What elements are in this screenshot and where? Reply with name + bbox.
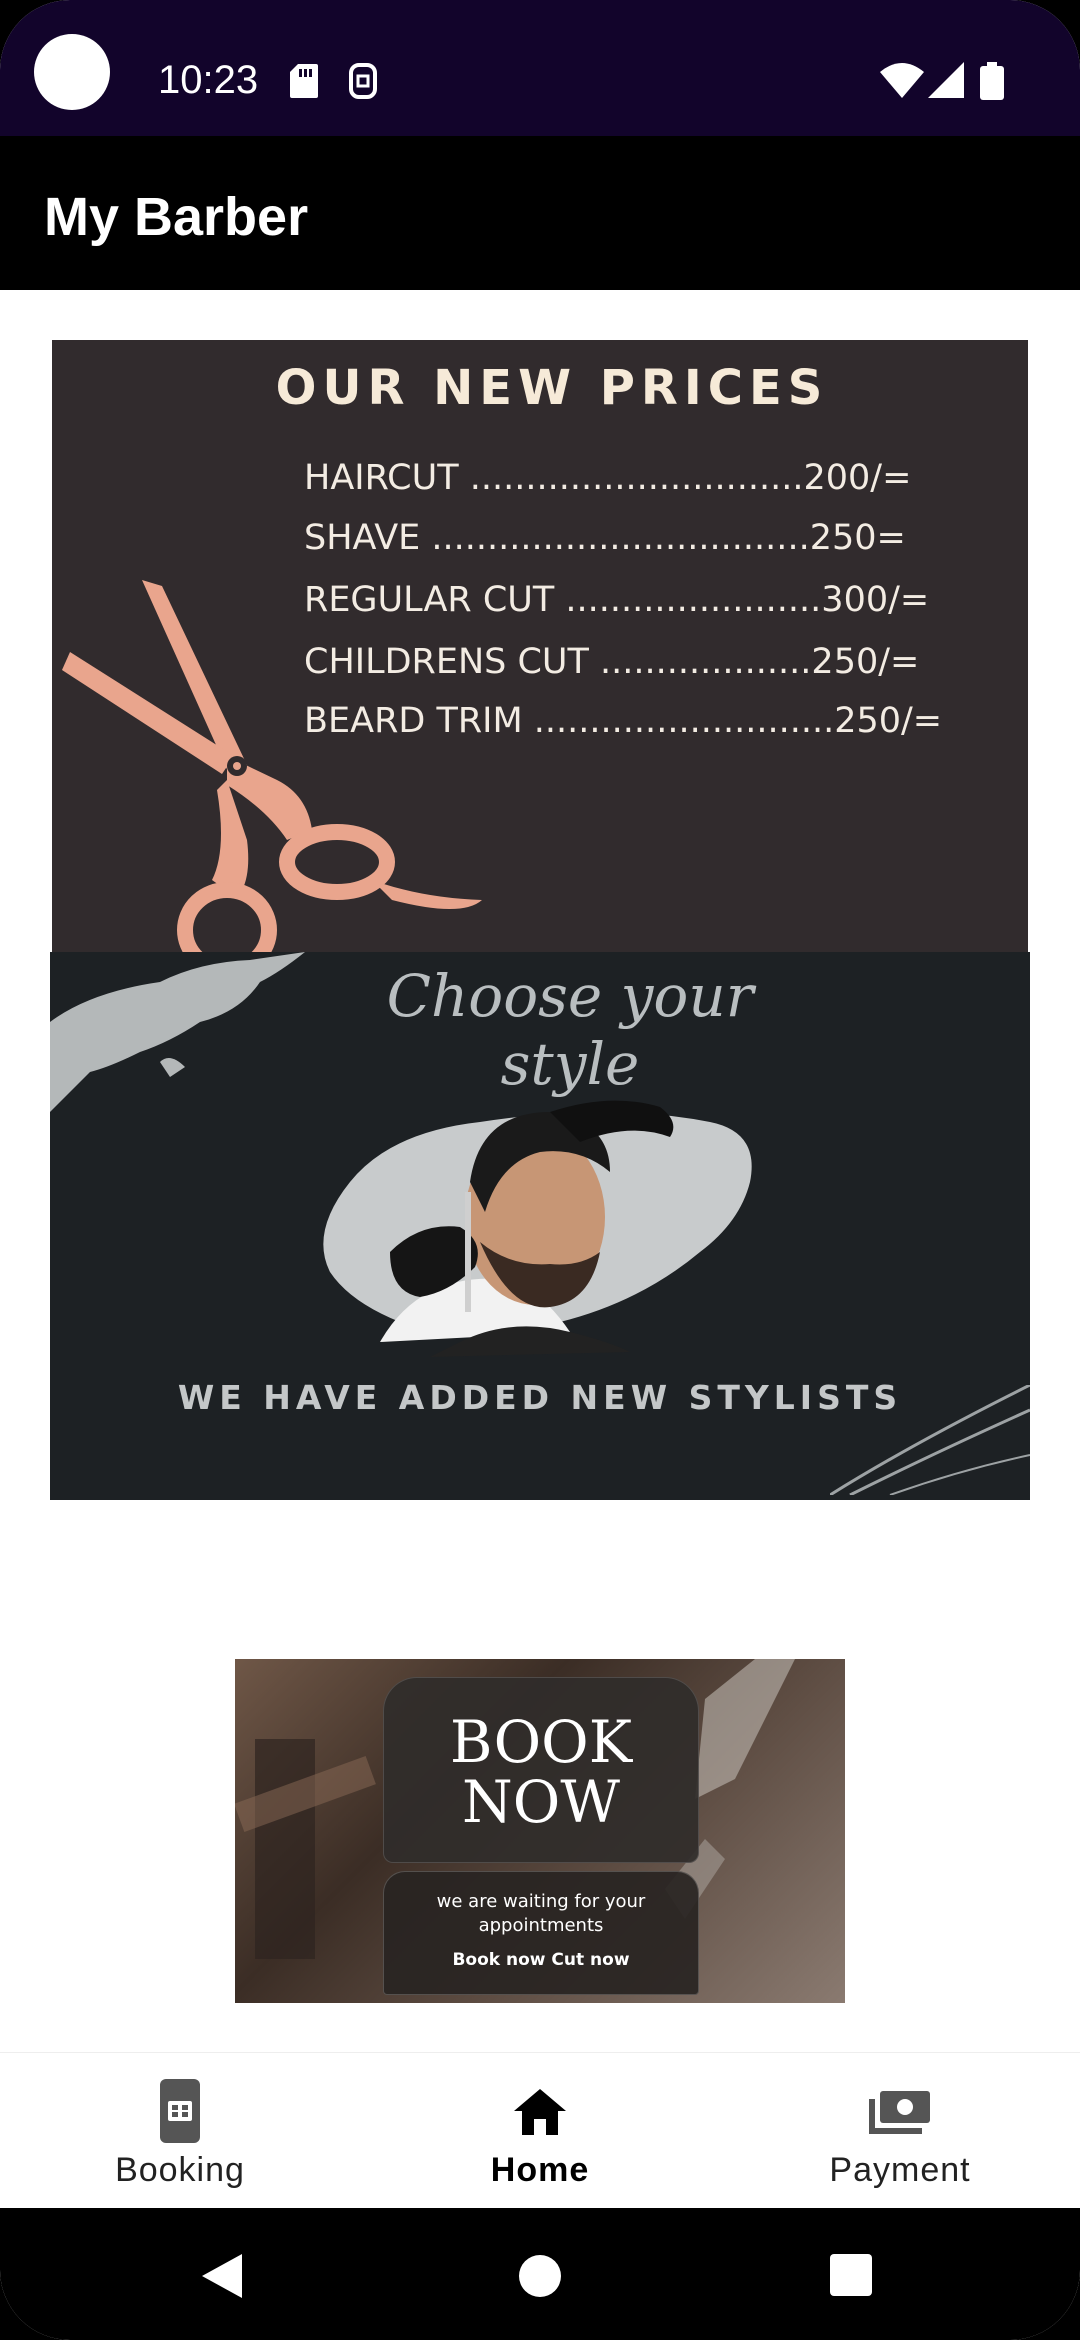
sim-icon xyxy=(348,62,378,105)
nav-label-home: Home xyxy=(490,2151,590,2189)
stylist-portrait-image xyxy=(310,1052,770,1367)
system-navigation-bar xyxy=(0,2208,1080,2340)
book-now-title-card: BOOK NOW xyxy=(383,1677,699,1863)
home-content[interactable]: OUR NEW PRICES HAIRCUT .................… xyxy=(0,290,1080,2052)
book-now-title: BOOK NOW xyxy=(384,1712,698,1832)
sd-card-icon xyxy=(290,64,318,103)
phone-booking-icon xyxy=(146,2077,214,2150)
battery-icon xyxy=(980,62,1004,105)
book-now-title-line2: NOW xyxy=(462,1768,620,1836)
prices-banner: OUR NEW PRICES HAIRCUT .................… xyxy=(52,340,1028,956)
scissors-icon xyxy=(62,580,502,956)
phone-screen: 10:23 My Barber OUR NEW PRICES HAIRCUT .… xyxy=(0,0,1080,2340)
camera-cutout xyxy=(34,34,110,110)
stylists-banner: Choose your style WE HAVE ADDED NEW STYL… xyxy=(50,952,1030,1500)
app-title: My Barber xyxy=(44,187,309,247)
nav-label-booking: Booking xyxy=(115,2151,245,2189)
price-row-haircut: HAIRCUT ..............................20… xyxy=(304,458,912,498)
back-icon[interactable] xyxy=(200,2252,244,2305)
recents-icon[interactable] xyxy=(830,2254,872,2301)
status-time: 10:23 xyxy=(158,58,259,102)
book-now-info-card: we are waiting for your appointments Boo… xyxy=(383,1871,699,1995)
bottom-navigation: Booking Home Payment xyxy=(0,2052,1080,2209)
nav-label-payment: Payment xyxy=(829,2151,971,2189)
payment-icon xyxy=(866,2077,934,2150)
nav-item-home[interactable]: Home xyxy=(360,2053,720,2209)
price-row-shave: SHAVE ..................................… xyxy=(304,518,906,558)
home-circle-icon[interactable] xyxy=(518,2254,562,2303)
book-now-cta[interactable]: Book now Cut now xyxy=(384,1950,698,1970)
prices-title: OUR NEW PRICES xyxy=(275,360,829,416)
book-now-title-line1: BOOK xyxy=(449,1708,633,1776)
book-now-subtitle: we are waiting for your appointments xyxy=(436,1891,646,1936)
signal-icon xyxy=(928,62,964,103)
home-icon xyxy=(506,2077,574,2150)
book-now-banner[interactable]: BOOK NOW we are waiting for your appoint… xyxy=(235,1659,845,2003)
status-bar: 10:23 xyxy=(0,0,1080,136)
app-bar: My Barber xyxy=(0,136,1080,290)
nav-item-payment[interactable]: Payment xyxy=(720,2053,1080,2209)
brush-lines-decoration xyxy=(829,1383,1030,1500)
wifi-icon xyxy=(880,62,924,103)
paint-splash-decoration xyxy=(50,952,310,1117)
nav-item-booking[interactable]: Booking xyxy=(0,2053,360,2209)
